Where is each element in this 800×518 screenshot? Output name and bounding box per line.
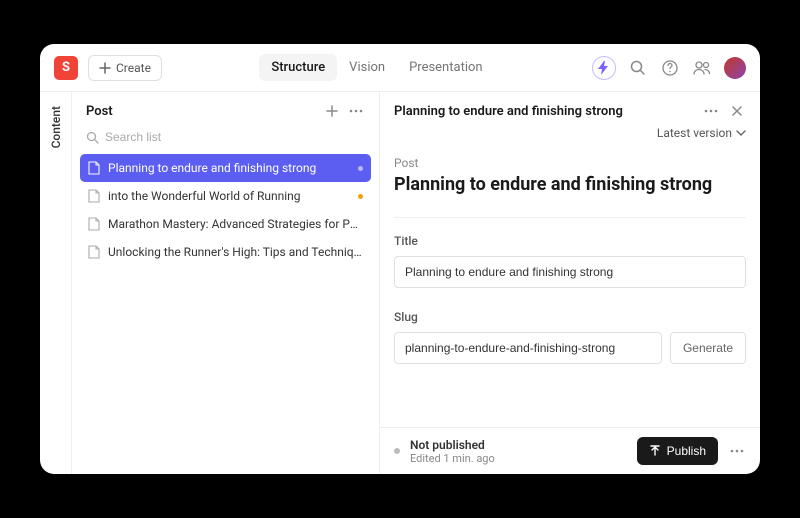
topbar-right: [592, 56, 746, 80]
detail-kicker: Post: [394, 156, 746, 170]
list-item-label: into the Wonderful World of Running: [108, 189, 301, 203]
bolt-icon[interactable]: [592, 56, 616, 80]
title-label: Title: [394, 234, 746, 248]
footer-more-button[interactable]: [728, 442, 746, 460]
detail-footer: Not published Edited 1 min. ago Publish: [380, 427, 760, 474]
help-icon[interactable]: [660, 58, 680, 78]
detail-header: Planning to endure and finishing strong: [380, 92, 760, 124]
edit-timestamp: Edited 1 min. ago: [410, 452, 495, 465]
document-icon: [88, 245, 100, 259]
list-panel: Post Planning to endur: [72, 92, 380, 474]
publish-button[interactable]: Publish: [637, 437, 718, 465]
plus-icon: [99, 62, 111, 74]
tab-vision[interactable]: Vision: [337, 54, 397, 81]
status-text: Not published Edited 1 min. ago: [410, 438, 495, 465]
detail-panel: Planning to endure and finishing strong …: [380, 92, 760, 474]
detail-body: Post Planning to endure and finishing st…: [380, 150, 760, 427]
list-item[interactable]: Unlocking the Runner's High: Tips and Te…: [80, 238, 371, 266]
title-input[interactable]: [394, 256, 746, 288]
tab-presentation[interactable]: Presentation: [397, 54, 495, 81]
search-input[interactable]: [105, 130, 365, 144]
list-item-label: Marathon Mastery: Advanced Strategies fo…: [108, 217, 363, 231]
main-tabs: Structure Vision Presentation: [259, 54, 494, 81]
document-icon: [88, 189, 100, 203]
detail-header-title: Planning to endure and finishing strong: [394, 104, 694, 119]
detail-more-button[interactable]: [702, 102, 720, 120]
list-item-label: Planning to endure and finishing strong: [108, 161, 316, 175]
list-item[interactable]: Marathon Mastery: Advanced Strategies fo…: [80, 210, 371, 238]
version-select[interactable]: Latest version: [657, 126, 746, 140]
slug-label: Slug: [394, 310, 746, 324]
version-row: Latest version: [380, 124, 760, 150]
chevron-down-icon: [736, 130, 746, 136]
status-dot: [358, 166, 363, 171]
search-icon[interactable]: [628, 58, 648, 78]
version-label: Latest version: [657, 126, 732, 140]
main-body: Content Post: [40, 92, 760, 474]
users-icon[interactable]: [692, 58, 712, 78]
generate-button[interactable]: Generate: [670, 332, 746, 364]
add-item-button[interactable]: [323, 102, 341, 120]
upload-icon: [649, 445, 661, 457]
post-list: Planning to endure and finishing strong …: [72, 154, 379, 474]
document-icon: [88, 217, 100, 231]
status-dot: [358, 194, 363, 199]
list-panel-title: Post: [86, 104, 317, 119]
list-item[interactable]: into the Wonderful World of Running: [80, 182, 371, 210]
app-logo: S: [54, 56, 78, 80]
divider: [394, 217, 746, 218]
topbar: S Create Structure Vision Presentation: [40, 44, 760, 92]
slug-row: Generate: [394, 332, 746, 364]
list-more-button[interactable]: [347, 102, 365, 120]
document-icon: [88, 161, 100, 175]
left-rail: Content: [40, 92, 72, 474]
list-panel-header: Post: [72, 92, 379, 126]
publish-label: Publish: [667, 444, 706, 458]
app-window: S Create Structure Vision Presentation: [40, 44, 760, 474]
avatar[interactable]: [724, 57, 746, 79]
status-indicator: [394, 448, 400, 454]
detail-heading: Planning to endure and finishing strong: [394, 174, 746, 195]
create-label: Create: [116, 61, 151, 75]
create-button[interactable]: Create: [88, 55, 162, 81]
search-row: [72, 126, 379, 154]
list-item-label: Unlocking the Runner's High: Tips and Te…: [108, 245, 363, 259]
search-icon: [86, 131, 99, 144]
tab-structure[interactable]: Structure: [259, 54, 337, 81]
list-item[interactable]: Planning to endure and finishing strong: [80, 154, 371, 182]
slug-input[interactable]: [394, 332, 662, 364]
close-button[interactable]: [728, 102, 746, 120]
rail-label-content[interactable]: Content: [49, 106, 63, 148]
publish-status: Not published: [410, 438, 495, 452]
